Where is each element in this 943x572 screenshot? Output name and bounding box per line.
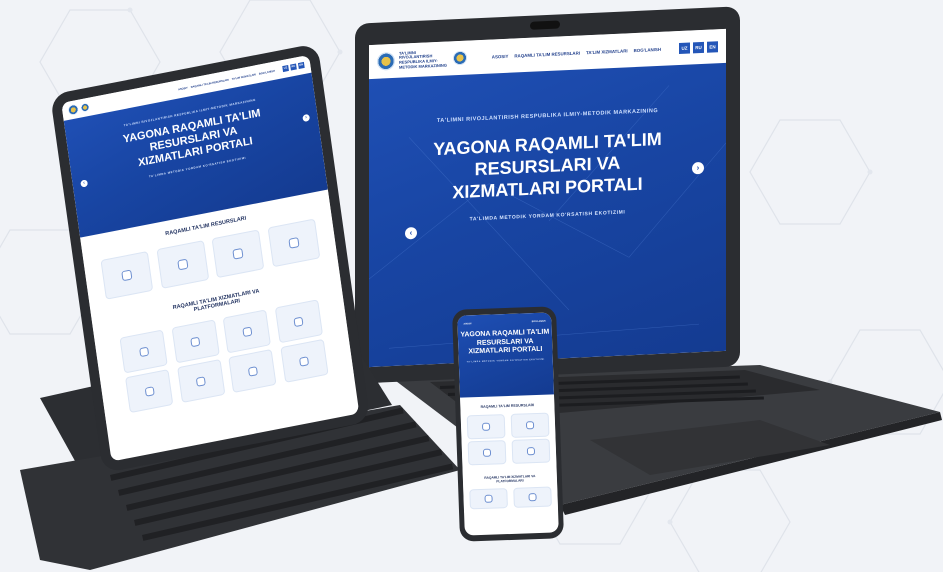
language-switcher: UZ RU EN <box>282 61 305 73</box>
phone-services-section: RAQAMLI TA'LIM XIZMATLARI VA PLATFORMALA… <box>462 465 559 513</box>
resource-card[interactable] <box>466 414 506 440</box>
resource-card[interactable] <box>510 412 550 438</box>
service-card[interactable] <box>176 358 226 404</box>
platform-icon <box>195 375 207 387</box>
lang-ru[interactable]: RU <box>290 63 297 71</box>
phone-hero: ASOSIY BOG'LANISH YAGONA RAQAMLI TA'LIM … <box>457 312 554 398</box>
nav-item-home[interactable]: ASOSIY <box>463 323 471 325</box>
book-icon <box>481 422 490 431</box>
service-card[interactable] <box>228 348 277 394</box>
platform-icon <box>484 494 493 503</box>
resource-card[interactable] <box>156 240 210 289</box>
resources-title: RAQAMLI TA'LIM RESURSLARI <box>480 403 535 409</box>
service-card[interactable] <box>274 299 323 344</box>
nav-item-contact[interactable]: BOG'LANISH <box>259 69 275 75</box>
phone-resources-section: RAQAMLI TA'LIM RESURSLARI <box>460 394 557 469</box>
resource-card[interactable] <box>467 440 507 466</box>
service-card[interactable] <box>280 338 329 383</box>
platform-icon <box>528 493 537 502</box>
book-icon <box>121 269 133 282</box>
phone-screen: ASOSIY BOG'LANISH YAGONA RAQAMLI TA'LIM … <box>457 312 559 536</box>
service-card[interactable] <box>469 488 508 510</box>
emblem-icon-secondary <box>80 102 90 113</box>
service-card[interactable] <box>222 309 272 354</box>
platform-icon <box>190 336 201 347</box>
service-card[interactable] <box>119 329 169 374</box>
tablet-screen: ASOSIY RAQAMLI TA'LIM RESURSLARI TA'LIM … <box>61 54 360 462</box>
lang-uz[interactable]: UZ <box>282 64 289 73</box>
platform-icon <box>144 385 155 397</box>
platform-icon <box>138 346 149 357</box>
nav-item-resources[interactable]: RAQAMLI TA'LIM RESURSLARI <box>190 78 229 88</box>
phone-device: ASOSIY BOG'LANISH YAGONA RAQAMLI TA'LIM … <box>451 306 565 542</box>
nav-item-services[interactable]: TA'LIM XIZMATLARI <box>232 73 257 81</box>
hero-title-line3: XIZMATLARI PORTALI <box>468 345 543 356</box>
library-icon <box>527 447 536 456</box>
platform-icon <box>293 316 304 327</box>
tablet-logos[interactable] <box>67 102 90 116</box>
service-card[interactable] <box>513 486 553 508</box>
tablet-device: ASOSIY RAQAMLI TA'LIM RESURSLARI TA'LIM … <box>50 43 371 474</box>
platform-icon <box>299 355 310 367</box>
lang-en[interactable]: EN <box>297 61 305 70</box>
resource-card[interactable] <box>267 218 321 268</box>
nav-item-home[interactable]: ASOSIY <box>178 86 188 91</box>
resource-card[interactable] <box>511 438 551 464</box>
platform-icon <box>247 365 258 377</box>
phone-resources-cards <box>465 412 553 467</box>
service-card[interactable] <box>125 369 174 414</box>
resource-card[interactable] <box>211 229 265 279</box>
document-icon <box>232 247 244 260</box>
library-icon <box>288 237 300 249</box>
nav-item-contact[interactable]: BOG'LANISH <box>532 321 546 323</box>
hero-tagline: TA'LIMDA METODIK YORDAM KO'RSATISH EKOTI… <box>466 358 545 363</box>
platform-icon <box>241 326 253 337</box>
video-icon <box>177 258 189 271</box>
resource-card[interactable] <box>100 250 154 300</box>
emblem-icon <box>67 103 79 116</box>
document-icon <box>482 448 491 457</box>
service-card[interactable] <box>171 319 220 364</box>
video-icon <box>526 421 535 430</box>
phone-nav: ASOSIY BOG'LANISH <box>457 320 551 326</box>
